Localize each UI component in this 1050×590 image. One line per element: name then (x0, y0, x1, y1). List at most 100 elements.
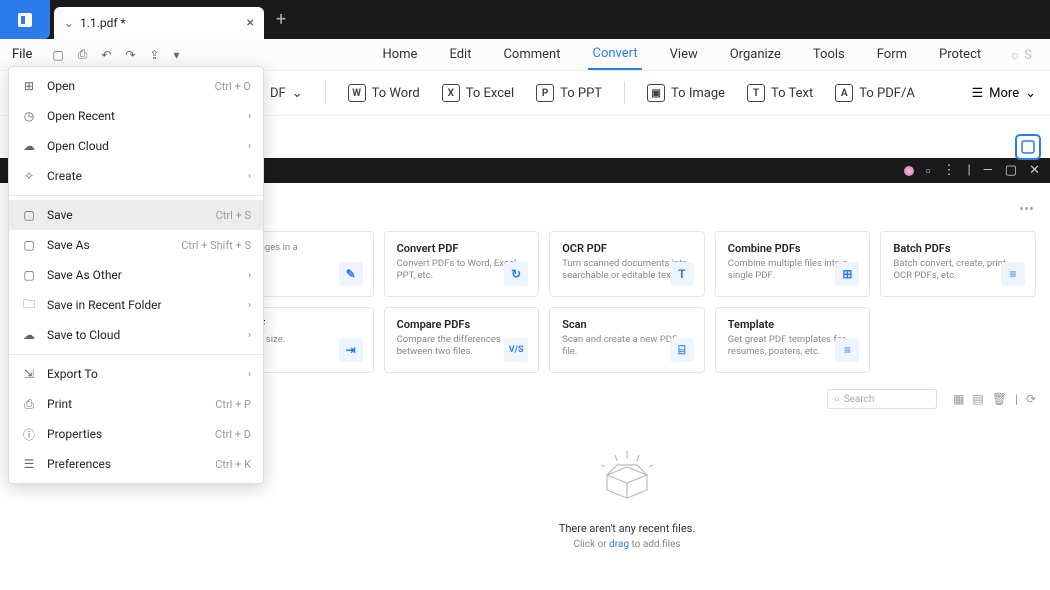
compare-icon: V/S (504, 338, 528, 362)
ribbon-to-word[interactable]: WTo Word (348, 84, 420, 102)
ribbon-to-text[interactable]: TTo Text (747, 84, 813, 102)
share-icon[interactable]: ⇪ (149, 48, 159, 62)
tab-protect[interactable]: Protect (935, 39, 985, 70)
separator (325, 82, 326, 104)
menu-item-label: Open (47, 79, 205, 93)
empty-box-icon (587, 445, 667, 508)
close-button[interactable]: ✕ (1029, 163, 1040, 178)
print-icon[interactable]: ⎙ (78, 47, 88, 62)
chevron-right-icon: › (248, 171, 251, 182)
menu-item-open-cloud[interactable]: ☁Open Cloud› (9, 131, 263, 161)
more-icon[interactable]: ⋮ (942, 163, 955, 178)
dropdown-icon[interactable]: ▾ (174, 48, 180, 62)
menu-item-open[interactable]: ⊞OpenCtrl + O (9, 71, 263, 101)
tab-close-button[interactable]: × (247, 15, 254, 31)
tab-home[interactable]: Home (378, 39, 421, 70)
template-icon: ≡ (835, 338, 859, 362)
menu-shortcut: Ctrl + P (215, 398, 251, 411)
maximize-button[interactable]: ▢ (1005, 163, 1017, 178)
ribbon-to-image[interactable]: ▣To Image (647, 84, 725, 102)
menu-item-save-to-cloud[interactable]: ☁Save to Cloud› (9, 320, 263, 350)
menu-item-save-as-other[interactable]: ▢Save As Other› (9, 260, 263, 290)
ribbon-from-pdf[interactable]: DF⌄ (270, 86, 303, 101)
search-input[interactable]: ⌕ Search (827, 389, 937, 409)
ribbon-more[interactable]: ☰More⌄ (971, 86, 1036, 101)
tools-section-header: Tools ⋯ (218, 199, 1036, 217)
avatar[interactable] (904, 166, 914, 176)
sparkle-icon: ✧ (21, 168, 37, 184)
menu-item-print[interactable]: ⎙PrintCtrl + P (9, 389, 263, 419)
plus-square-icon: ⊞ (21, 78, 37, 94)
menu-item-label: Save to Cloud (47, 328, 238, 342)
save-icon[interactable]: ▢ (52, 48, 63, 62)
tab-form[interactable]: Form (873, 39, 911, 70)
layout-icon[interactable]: ▫ (926, 163, 931, 179)
floating-widget[interactable] (1015, 134, 1041, 160)
card-compare[interactable]: Compare PDFs Compare the differences bet… (384, 307, 540, 373)
menu-item-label: Save (47, 208, 206, 222)
tab-organize[interactable]: Organize (726, 39, 785, 70)
tools-grid: and images in a ✎ Convert PDF Convert PD… (218, 231, 1036, 373)
ribbon-to-pdfa[interactable]: ATo PDF/A (835, 84, 915, 102)
menu-item-label: Save As (47, 238, 171, 252)
convert-icon: ↻ (504, 262, 528, 286)
more-options[interactable]: ⋯ (1019, 199, 1036, 217)
card-batch[interactable]: Batch PDFs Batch convert, create, print,… (880, 231, 1036, 297)
file-menu-button[interactable]: File (0, 47, 44, 62)
batch-icon: ≡ (1001, 262, 1025, 286)
card-combine[interactable]: Combine PDFs Combine multiple files into… (715, 231, 871, 297)
menu-item-save[interactable]: ▢SaveCtrl + S (9, 200, 263, 230)
save-icon: ▢ (21, 267, 37, 283)
ribbon-to-ppt[interactable]: PTo PPT (536, 84, 602, 102)
menu-item-open-recent[interactable]: ◷Open Recent› (9, 101, 263, 131)
menu-item-export-to[interactable]: ⇲Export To› (9, 359, 263, 389)
search-icon: ⌕ (834, 394, 840, 405)
tab-comment[interactable]: Comment (499, 39, 564, 70)
menu-item-label: Create (47, 169, 238, 183)
menu-item-properties[interactable]: ⓘPropertiesCtrl + D (9, 419, 263, 449)
menu-separator (9, 195, 263, 196)
tab-edit[interactable]: Edit (445, 39, 475, 70)
menu-separator (9, 354, 263, 355)
menu-item-save-as[interactable]: ▢Save AsCtrl + Shift + S (9, 230, 263, 260)
export-icon: ⇲ (21, 366, 37, 382)
add-tab-button[interactable]: + (276, 9, 286, 30)
titlebar: ⌄ 1.1.pdf * × + (0, 0, 1050, 39)
card-scan[interactable]: Scan Scan and create a new PDF file. ⌸ (549, 307, 705, 373)
quick-toolbar: ▢ ⎙ ↶ ↷ ⇪ ▾ (52, 47, 179, 62)
menu-item-label: Preferences (47, 457, 205, 471)
word-icon: W (348, 84, 366, 102)
tab-convert[interactable]: Convert (588, 39, 641, 70)
card-convert[interactable]: Convert PDF Convert PDFs to Word, Excel,… (384, 231, 540, 297)
chevron-right-icon: › (248, 369, 251, 380)
redo-icon[interactable]: ↷ (125, 48, 135, 62)
refresh-icon[interactable]: ⟳ (1026, 392, 1036, 406)
sliders-icon: ☰ (21, 456, 37, 472)
undo-icon[interactable]: ↶ (101, 48, 111, 62)
ribbon-to-excel[interactable]: XTo Excel (442, 84, 514, 102)
card-ocr[interactable]: OCR PDF Turn scanned documents into sear… (549, 231, 705, 297)
bulb-icon[interactable]: ☼ S (1009, 47, 1032, 63)
trash-icon[interactable]: 🗑 (992, 392, 1007, 406)
document-tab[interactable]: ⌄ 1.1.pdf * × (54, 7, 264, 39)
chevron-right-icon: › (248, 270, 251, 281)
tab-view[interactable]: View (666, 39, 702, 70)
recent-section-header: Files ⌕ Search ▦ ▤ 🗑 | ⟳ (218, 389, 1036, 409)
menu-item-preferences[interactable]: ☰PreferencesCtrl + K (9, 449, 263, 479)
info-icon: ⓘ (21, 426, 37, 442)
grid-view-icon[interactable]: ▦ (953, 392, 964, 406)
menu-item-create[interactable]: ✧ Create › (9, 161, 263, 191)
card-template[interactable]: Template Get great PDF templates for res… (715, 307, 871, 373)
chevron-down-icon: ⌄ (64, 16, 74, 30)
tab-tools[interactable]: Tools (809, 39, 849, 70)
menu-item-label: Open Recent (47, 109, 238, 123)
list-view-icon[interactable]: ▤ (972, 392, 983, 406)
drag-link[interactable]: drag (609, 539, 629, 550)
app-logo[interactable] (0, 0, 50, 39)
clock-icon: ◷ (21, 108, 37, 124)
menu-item-save-in-recent-folder[interactable]: 🗀Save in Recent Folder› (9, 290, 263, 320)
minimize-button[interactable]: — (983, 163, 993, 178)
save-icon: ▢ (21, 207, 37, 223)
menu-item-label: Open Cloud (47, 139, 238, 153)
logo-icon (16, 11, 34, 29)
